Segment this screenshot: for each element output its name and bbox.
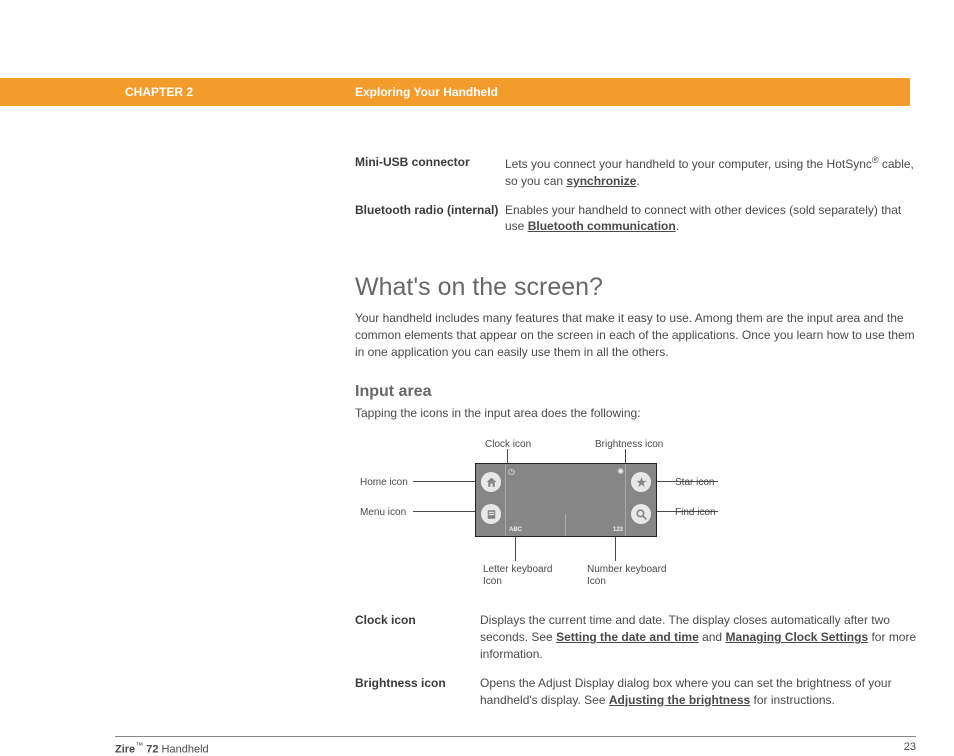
star-icon: [631, 472, 651, 492]
link-bluetooth[interactable]: Bluetooth communication: [528, 219, 676, 233]
input-area-paragraph: Tapping the icons in the input area does…: [355, 405, 919, 422]
label-home: Home icon: [360, 477, 408, 489]
link-synchronize[interactable]: synchronize: [566, 174, 636, 188]
product-name: Zire™ 72 Handheld: [115, 741, 209, 756]
input-area-diagram: Clock icon Brightness icon Home icon Sta…: [355, 439, 919, 604]
label-clock: Clock icon: [485, 439, 531, 451]
page-footer: Zire™ 72 Handheld 23: [115, 736, 916, 756]
desc-brightness-text: Opens the Adjust Display dialog box wher…: [480, 675, 919, 709]
num-label: 123: [613, 527, 623, 533]
heading-input-area: Input area: [355, 383, 919, 401]
find-icon: [631, 504, 651, 524]
chapter-header: CHAPTER 2 Exploring Your Handheld: [0, 78, 910, 106]
abc-label: ABC: [509, 527, 522, 533]
feature-bluetooth-desc: Enables your handheld to connect with ot…: [505, 202, 919, 236]
label-star: Star icon: [675, 477, 714, 489]
link-clock-settings[interactable]: Managing Clock Settings: [725, 630, 868, 644]
desc-clock: Clock icon Displays the current time and…: [355, 612, 919, 662]
home-icon: [481, 472, 501, 492]
desc-brightness: Brightness icon Opens the Adjust Display…: [355, 675, 919, 709]
label-find: Find icon: [675, 507, 716, 519]
page-number: 23: [904, 741, 916, 756]
intro-paragraph: Your handheld includes many features tha…: [355, 310, 919, 360]
menu-icon: [481, 504, 501, 524]
brightness-icon: ✺: [617, 467, 624, 476]
link-adjust-brightness[interactable]: Adjusting the brightness: [609, 693, 750, 707]
feature-usb-desc: Lets you connect your handheld to your c…: [505, 154, 919, 190]
clock-icon: ◷: [508, 467, 515, 476]
desc-brightness-label: Brightness icon: [355, 675, 480, 709]
page-content: Mini-USB connector Lets you connect your…: [355, 106, 919, 708]
label-letter-kb: Letter keyboardIcon: [483, 564, 553, 588]
input-panel: ◷ ✺ ABC 123: [475, 463, 657, 537]
label-brightness: Brightness icon: [595, 439, 663, 451]
desc-clock-label: Clock icon: [355, 612, 480, 662]
label-menu: Menu icon: [360, 507, 406, 519]
feature-bluetooth: Bluetooth radio (internal) Enables your …: [355, 202, 919, 236]
desc-clock-text: Displays the current time and date. The …: [480, 612, 919, 662]
chapter-number: CHAPTER 2: [125, 85, 355, 99]
feature-usb: Mini-USB connector Lets you connect your…: [355, 154, 919, 190]
chapter-title: Exploring Your Handheld: [355, 85, 498, 99]
link-set-date[interactable]: Setting the date and time: [556, 630, 699, 644]
heading-whats-on-screen: What's on the screen?: [355, 273, 919, 302]
label-number-kb: Number keyboardIcon: [587, 564, 666, 588]
feature-usb-label: Mini-USB connector: [355, 154, 505, 190]
feature-bluetooth-label: Bluetooth radio (internal): [355, 202, 505, 236]
